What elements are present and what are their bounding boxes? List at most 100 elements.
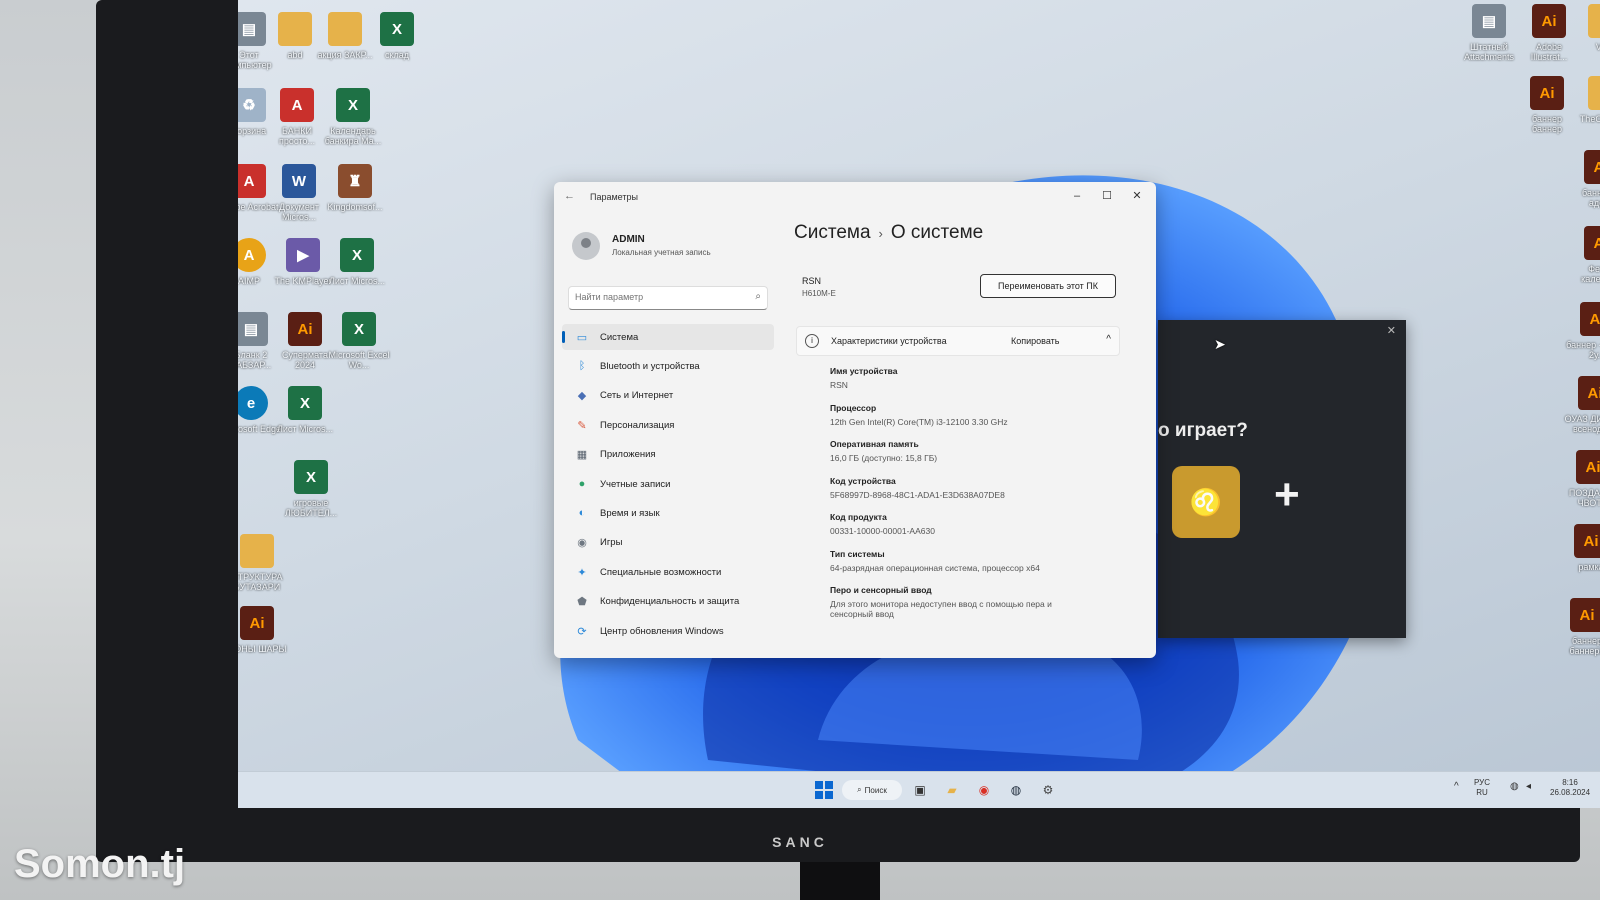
desktop-icon-label: Лист Micros... bbox=[328, 276, 386, 286]
settings-search[interactable]: ⌕ bbox=[568, 286, 768, 310]
nav-item[interactable]: ✎ Персонализация bbox=[562, 412, 774, 438]
desktop-icon[interactable]: Xсклад bbox=[366, 12, 428, 60]
account-type: Локальная учетная запись bbox=[612, 248, 711, 257]
network-icon[interactable]: ◍ bbox=[1510, 782, 1519, 792]
back-icon[interactable]: ← bbox=[564, 190, 575, 202]
spec-key: Процессор bbox=[830, 402, 877, 413]
ai-file-icon: Ai bbox=[1584, 226, 1600, 260]
volume-icon[interactable]: ◂ bbox=[1526, 782, 1531, 792]
desktop-icon-label: баннер-2 адент bbox=[1582, 188, 1600, 208]
desktop-icon-label: ФОНЫ ШАРЫ bbox=[238, 644, 287, 654]
desktop-icon-label: TheOfficial... bbox=[1579, 114, 1600, 124]
nav-item-icon: ⟳ bbox=[577, 625, 587, 638]
desktop-icon[interactable]: X Лист Micros... bbox=[326, 238, 388, 286]
desktop-icon[interactable]: Xигровые ЛЮБИТЕЛ... bbox=[280, 460, 342, 518]
copy-button[interactable]: Копировать bbox=[1011, 336, 1059, 346]
desktop-icon-label: Штатный Attachments bbox=[1463, 42, 1515, 62]
spec-value: 12th Gen Intel(R) Core(TM) i3-12100 3.30… bbox=[830, 416, 1008, 427]
desktop-icon[interactable]: Ai ФОНЫ ШАРЫ bbox=[238, 606, 288, 654]
desktop-icon[interactable]: W Документ Micros... bbox=[268, 164, 330, 222]
clock[interactable]: 8:16 26.08.2024 bbox=[1550, 778, 1590, 798]
desktop-icon-label: Лист Micros... bbox=[276, 424, 334, 434]
rename-pc-button[interactable]: Переименовать этот ПК bbox=[980, 274, 1116, 298]
search-icon[interactable]: ⌕ bbox=[755, 291, 761, 302]
task-view-icon[interactable]: ▣ bbox=[910, 780, 930, 800]
user-name: ADMIN bbox=[612, 234, 645, 245]
add-button[interactable]: + bbox=[1274, 470, 1300, 520]
spec-key: Имя устройства bbox=[830, 366, 898, 376]
pdf-file-icon: A bbox=[280, 88, 314, 122]
desktop-icon[interactable]: Ai Супермата 2024 bbox=[274, 312, 336, 370]
breadcrumb: Система › О системе bbox=[794, 222, 983, 244]
desktop-icon[interactable]: СТРУКТУРА БУТАЗАРИ bbox=[238, 534, 288, 592]
nav-item[interactable]: ◐ Время и язык bbox=[562, 500, 774, 526]
desktop-icon[interactable]: ▶ The KMPlayer bbox=[272, 238, 334, 286]
desktop-icon[interactable]: ♜ Kingdomsof... bbox=[324, 164, 386, 212]
desktop-icon[interactable]: Ai Фетон календар bbox=[1570, 226, 1600, 284]
spec-value: 5F68997D-8968-48C1-ADA1-E3D638A07DE8 bbox=[830, 489, 1005, 500]
taskbar-search[interactable]: ⌕ Поиск bbox=[842, 780, 902, 800]
close-button[interactable]: ✕ bbox=[1122, 186, 1152, 206]
nav-item[interactable]: ● Учетные записи bbox=[562, 471, 774, 497]
nav-item[interactable]: ⟳ Центр обновления Windows bbox=[562, 618, 774, 644]
steam-icon[interactable]: ◍ bbox=[1006, 780, 1026, 800]
chrome-icon[interactable]: ◉ bbox=[974, 780, 994, 800]
folder-file-icon bbox=[278, 12, 312, 46]
breadcrumb-separator: › bbox=[878, 226, 883, 241]
desktop-icon[interactable]: Ai рамка bbox=[1560, 524, 1600, 572]
tray-chevron-icon[interactable]: ^ bbox=[1454, 782, 1459, 792]
title-bar: ← Параметры – ☐ ✕ bbox=[554, 182, 1156, 212]
nav-item-icon: ◉ bbox=[577, 537, 587, 550]
device-specs-header[interactable]: i Характеристики устройства Копировать ^ bbox=[796, 326, 1120, 356]
nav-item[interactable]: ✦ Специальные возможности bbox=[562, 559, 774, 585]
desktop-icon-label: БАНКИ просто... bbox=[279, 126, 315, 146]
maximize-button[interactable]: ☐ bbox=[1092, 186, 1122, 206]
desktop-icon[interactable]: ▤ Штатный Attachments bbox=[1458, 4, 1520, 62]
desktop-icon[interactable]: Ai Adobe Illustrat... bbox=[1518, 4, 1580, 62]
nav-item[interactable]: ▦ Приложения bbox=[562, 442, 774, 468]
nav-item-label: Персонализация bbox=[600, 419, 675, 431]
nav-item[interactable]: ◆ Сеть и Интернет bbox=[562, 383, 774, 409]
language-indicator[interactable]: РУС RU bbox=[1474, 778, 1490, 798]
clock-time: 8:16 bbox=[1562, 778, 1578, 787]
desktop-icon[interactable]: Ai баннер баннер2 bbox=[1556, 598, 1600, 656]
desktop-icon[interactable]: A БАНКИ просто... bbox=[266, 88, 328, 146]
close-icon[interactable]: ✕ bbox=[1387, 324, 1396, 337]
desktop-icon[interactable]: Ai ПОЗДАЛКА ЧВОТО bbox=[1562, 450, 1600, 508]
nav-item-icon: ◆ bbox=[577, 390, 587, 403]
desktop-icon[interactable]: X Календарь банкира Ма... bbox=[322, 88, 384, 146]
desktop-icon[interactable]: Ai ОУАЗ ДИ 2024 всенодная bbox=[1564, 376, 1600, 434]
file-explorer-icon[interactable]: ▰ bbox=[942, 780, 962, 800]
desktop-icon[interactable]: Ai баннер - стенд 2у... bbox=[1566, 302, 1600, 360]
nav-item[interactable]: ᛒ Bluetooth и устройства bbox=[562, 353, 774, 379]
nav-item-label: Приложения bbox=[600, 449, 656, 461]
nav-item[interactable]: ⬟ Конфиденциальность и защита bbox=[562, 589, 774, 615]
desktop-icon[interactable]: Ai баннер-2 адент bbox=[1570, 150, 1600, 208]
nav-item-icon: ⬟ bbox=[577, 596, 587, 609]
nav-item[interactable]: ◉ Игры bbox=[562, 530, 774, 556]
nav-item-label: Игры bbox=[600, 537, 623, 549]
chevron-up-icon[interactable]: ^ bbox=[1106, 334, 1111, 345]
desktop-icon[interactable]: X Microsoft Excel Wo... bbox=[328, 312, 390, 370]
spec-value: Для этого монитора недоступен ввод с пом… bbox=[830, 599, 1052, 619]
desktop-icon[interactable]: VED bbox=[1574, 4, 1600, 52]
lion-logo-icon[interactable]: ♌ bbox=[1172, 466, 1240, 538]
bin-file-icon: ♻ bbox=[238, 88, 266, 122]
ai-file-icon: Ai bbox=[1580, 302, 1600, 336]
settings-icon[interactable]: ⚙ bbox=[1038, 780, 1058, 800]
desktop-icon-label: СТРУКТУРА БУТАЗАРИ bbox=[238, 572, 283, 592]
desktop-icon-label: Adobe Illustrat... bbox=[1530, 42, 1568, 62]
start-button[interactable] bbox=[814, 780, 834, 800]
desktop-icon[interactable]: Ai баннер баннер bbox=[1516, 76, 1578, 134]
nav-item-label: Система bbox=[600, 331, 639, 343]
nav-item-label: Учетные записи bbox=[600, 478, 671, 490]
search-input[interactable] bbox=[569, 287, 741, 307]
minimize-button[interactable]: – bbox=[1062, 186, 1092, 206]
desktop-icon[interactable]: TheOfficial... bbox=[1574, 76, 1600, 124]
nav-item-icon: ᛒ bbox=[578, 360, 586, 373]
nav-item-label: Специальные возможности bbox=[600, 566, 722, 578]
desktop-icon-label: баннер баннер2 bbox=[1569, 636, 1600, 656]
breadcrumb-parent[interactable]: Система bbox=[794, 222, 871, 243]
desktop-icon[interactable]: X Лист Micros... bbox=[274, 386, 336, 434]
nav-item[interactable]: ▭ Система bbox=[562, 324, 774, 350]
